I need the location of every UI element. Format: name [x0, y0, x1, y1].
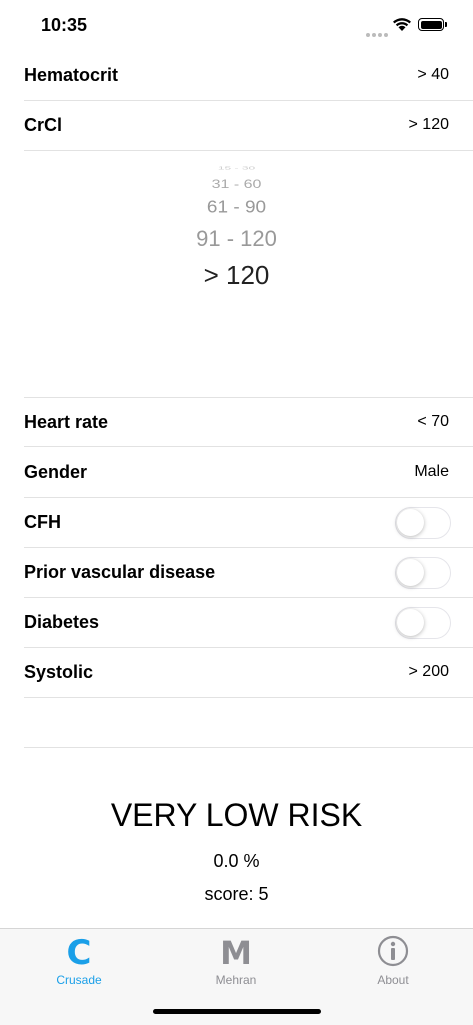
row-label: CFH — [24, 512, 61, 532]
row-value: < 70 — [417, 413, 449, 430]
cfh-toggle[interactable] — [395, 507, 451, 539]
mehran-m-icon: M — [220, 934, 252, 969]
toggle-knob — [397, 609, 424, 636]
diabetes-toggle[interactable] — [395, 607, 451, 639]
row-heart-rate[interactable]: Heart rate < 70 — [24, 397, 473, 447]
svg-text:C: C — [67, 933, 92, 969]
row-crcl[interactable]: CrCl > 120 — [24, 101, 473, 151]
row-systolic[interactable]: Systolic > 200 — [24, 648, 473, 698]
risk-percent: 0.0 % — [213, 851, 260, 871]
picker-option[interactable]: 61 - 90 — [0, 198, 473, 218]
row-value: > 40 — [417, 66, 449, 83]
tab-crusade[interactable]: C Crusade — [19, 929, 139, 987]
row-value: > 200 — [408, 663, 449, 680]
row-gender[interactable]: Gender Male — [24, 448, 473, 498]
picker-option[interactable]: 15 - 30 — [0, 166, 473, 171]
row-label: Systolic — [24, 662, 94, 682]
row-label: Hematocrit — [24, 65, 119, 85]
toggle-knob — [397, 509, 424, 536]
home-indicator[interactable] — [153, 1009, 321, 1014]
row-label: CrCl — [24, 115, 63, 135]
status-time: 10:35 — [41, 15, 88, 35]
picker-option[interactable]: 31 - 60 — [0, 178, 473, 192]
crcl-picker-wheel[interactable]: 15 - 30 31 - 60 61 - 90 91 - 120 > 120 — [0, 151, 473, 397]
tab-mehran[interactable]: M Mehran — [176, 929, 296, 987]
crusade-c-icon: C — [67, 933, 92, 969]
risk-score: score: 5 — [204, 884, 269, 904]
picker-option-selected[interactable]: > 120 — [0, 260, 473, 291]
svg-text:M: M — [220, 934, 252, 969]
row-value: Male — [414, 463, 449, 480]
row-hematocrit[interactable]: Hematocrit > 40 — [24, 51, 473, 101]
tab-label: About — [377, 973, 409, 987]
info-icon — [377, 935, 409, 967]
signal-icon — [366, 24, 390, 42]
row-label: Diabetes — [24, 612, 100, 632]
tab-label: Crusade — [56, 973, 102, 987]
tab-about[interactable]: About — [333, 929, 453, 987]
row-label: Heart rate — [24, 412, 109, 432]
battery-icon — [418, 18, 447, 31]
row-label: Prior vascular disease — [24, 562, 216, 582]
row-value: > 120 — [408, 116, 449, 133]
tab-label: Mehran — [215, 973, 257, 987]
status-bar: 10:35 — [0, 0, 473, 52]
prior-vascular-disease-toggle[interactable] — [395, 557, 451, 589]
row-diabetes: Diabetes — [24, 598, 473, 648]
row-cfh: CFH — [24, 498, 473, 548]
wifi-icon — [393, 18, 411, 31]
row-label: Gender — [24, 462, 88, 482]
row-prior-vascular-disease: Prior vascular disease — [24, 548, 473, 598]
toggle-knob — [397, 559, 424, 586]
row-empty — [24, 698, 473, 748]
risk-level: VERY LOW RISK — [110, 797, 363, 833]
picker-option[interactable]: 91 - 120 — [0, 226, 473, 252]
